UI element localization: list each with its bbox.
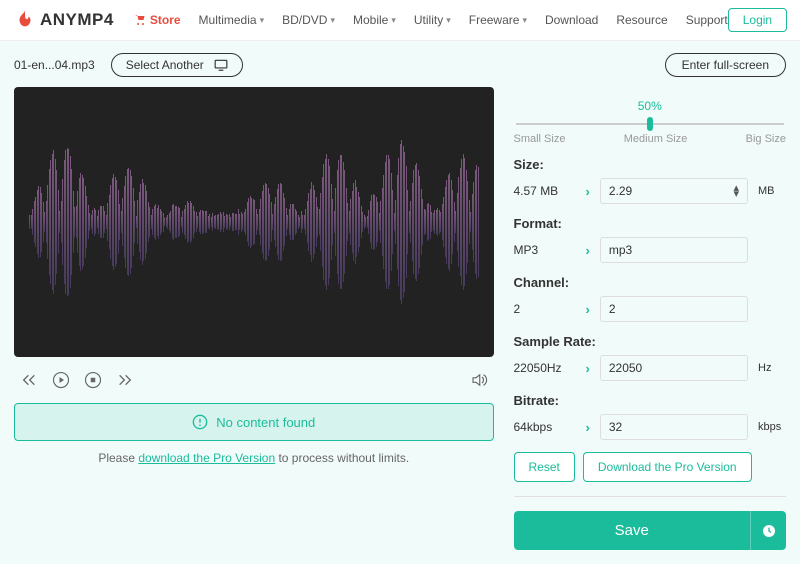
chevron-down-icon: ▾ xyxy=(522,15,527,26)
samplerate-input[interactable]: 22050 xyxy=(600,355,748,381)
stepper-icon[interactable]: ▴▾ xyxy=(733,185,739,197)
size-input[interactable]: 2.29▴▾ xyxy=(600,178,748,204)
arrow-icon: › xyxy=(586,302,590,317)
slider-track[interactable] xyxy=(516,123,785,125)
chevron-down-icon: ▾ xyxy=(330,15,335,26)
alert-banner: No content found xyxy=(14,403,494,441)
clock-icon xyxy=(761,523,777,539)
flame-icon xyxy=(14,9,36,31)
nav-utility[interactable]: Utility▾ xyxy=(414,13,451,27)
nav-download[interactable]: Download xyxy=(545,13,598,27)
reset-button[interactable]: Reset xyxy=(514,452,575,482)
audio-preview xyxy=(14,87,494,357)
divider xyxy=(514,496,787,497)
select-another-button[interactable]: Select Another xyxy=(111,53,243,77)
nav-support[interactable]: Support xyxy=(686,13,728,27)
format-input[interactable]: mp3 xyxy=(600,237,748,263)
channel-input[interactable]: 2 xyxy=(600,296,748,322)
volume-button[interactable] xyxy=(470,371,488,389)
monitor-icon xyxy=(214,59,228,71)
play-button[interactable] xyxy=(52,371,70,389)
samplerate-label: Sample Rate: xyxy=(514,334,787,349)
arrow-icon: › xyxy=(586,361,590,376)
nav-store[interactable]: Store xyxy=(134,13,181,27)
bitrate-input[interactable]: 32 xyxy=(600,414,748,440)
filename-label: 01-en...04.mp3 xyxy=(14,58,95,72)
samplerate-current: 22050Hz xyxy=(514,361,576,375)
upgrade-note: Please download the Pro Version to proce… xyxy=(14,441,494,465)
bitrate-row: 64kbps › 32 kbps xyxy=(514,414,787,440)
save-history-button[interactable] xyxy=(750,511,786,550)
chevron-down-icon: ▾ xyxy=(446,15,451,26)
download-pro-link[interactable]: download the Pro Version xyxy=(138,451,275,465)
skip-forward-button[interactable] xyxy=(116,371,134,389)
channel-label: Channel: xyxy=(514,275,787,290)
slider-labels: Small Size Medium Size Big Size xyxy=(514,133,787,145)
format-current: MP3 xyxy=(514,243,576,257)
format-label: Format: xyxy=(514,216,787,231)
nav-menu: Store Multimedia▾ BD/DVD▾ Mobile▾ Utilit… xyxy=(134,13,728,27)
format-row: MP3 › mp3 xyxy=(514,237,787,263)
nav-bddvd[interactable]: BD/DVD▾ xyxy=(282,13,335,27)
action-row: Reset Download the Pro Version xyxy=(514,452,787,482)
bitrate-current: 64kbps xyxy=(514,420,576,434)
skip-back-button[interactable] xyxy=(20,371,38,389)
nav-multimedia[interactable]: Multimedia▾ xyxy=(199,13,265,27)
nav-mobile[interactable]: Mobile▾ xyxy=(353,13,396,27)
size-slider[interactable]: 50% Small Size Medium Size Big Size xyxy=(514,99,787,145)
download-pro-button[interactable]: Download the Pro Version xyxy=(583,452,752,482)
main: No content found Please download the Pro… xyxy=(0,87,800,564)
nav-freeware[interactable]: Freeware▾ xyxy=(469,13,527,27)
navbar: ANYMP4 Store Multimedia▾ BD/DVD▾ Mobile▾… xyxy=(0,0,800,41)
arrow-icon: › xyxy=(586,243,590,258)
waveform xyxy=(14,132,494,312)
arrow-icon: › xyxy=(586,420,590,435)
size-label: Size: xyxy=(514,157,787,172)
player-controls xyxy=(14,357,494,403)
nav-resource[interactable]: Resource xyxy=(616,13,667,27)
settings-panel: 50% Small Size Medium Size Big Size Size… xyxy=(514,87,787,550)
toolbar: 01-en...04.mp3 Select Another Enter full… xyxy=(0,41,800,87)
size-current: 4.57 MB xyxy=(514,184,576,198)
channel-current: 2 xyxy=(514,302,576,316)
arrow-icon: › xyxy=(586,184,590,199)
slider-percent: 50% xyxy=(514,99,787,113)
chevron-down-icon: ▾ xyxy=(260,15,265,26)
fullscreen-button[interactable]: Enter full-screen xyxy=(665,53,786,77)
login-button[interactable]: Login xyxy=(728,8,787,32)
chevron-down-icon: ▾ xyxy=(391,15,396,26)
size-row: 4.57 MB › 2.29▴▾ MB xyxy=(514,178,787,204)
warning-icon xyxy=(192,414,208,430)
samplerate-row: 22050Hz › 22050 Hz xyxy=(514,355,787,381)
bitrate-label: Bitrate: xyxy=(514,393,787,408)
stop-button[interactable] xyxy=(84,371,102,389)
slider-thumb[interactable] xyxy=(647,117,653,131)
logo[interactable]: ANYMP4 xyxy=(14,9,114,31)
cart-icon xyxy=(134,14,146,26)
left-panel: No content found Please download the Pro… xyxy=(14,87,494,550)
channel-row: 2 › 2 xyxy=(514,296,787,322)
save-button[interactable]: Save xyxy=(514,511,787,550)
